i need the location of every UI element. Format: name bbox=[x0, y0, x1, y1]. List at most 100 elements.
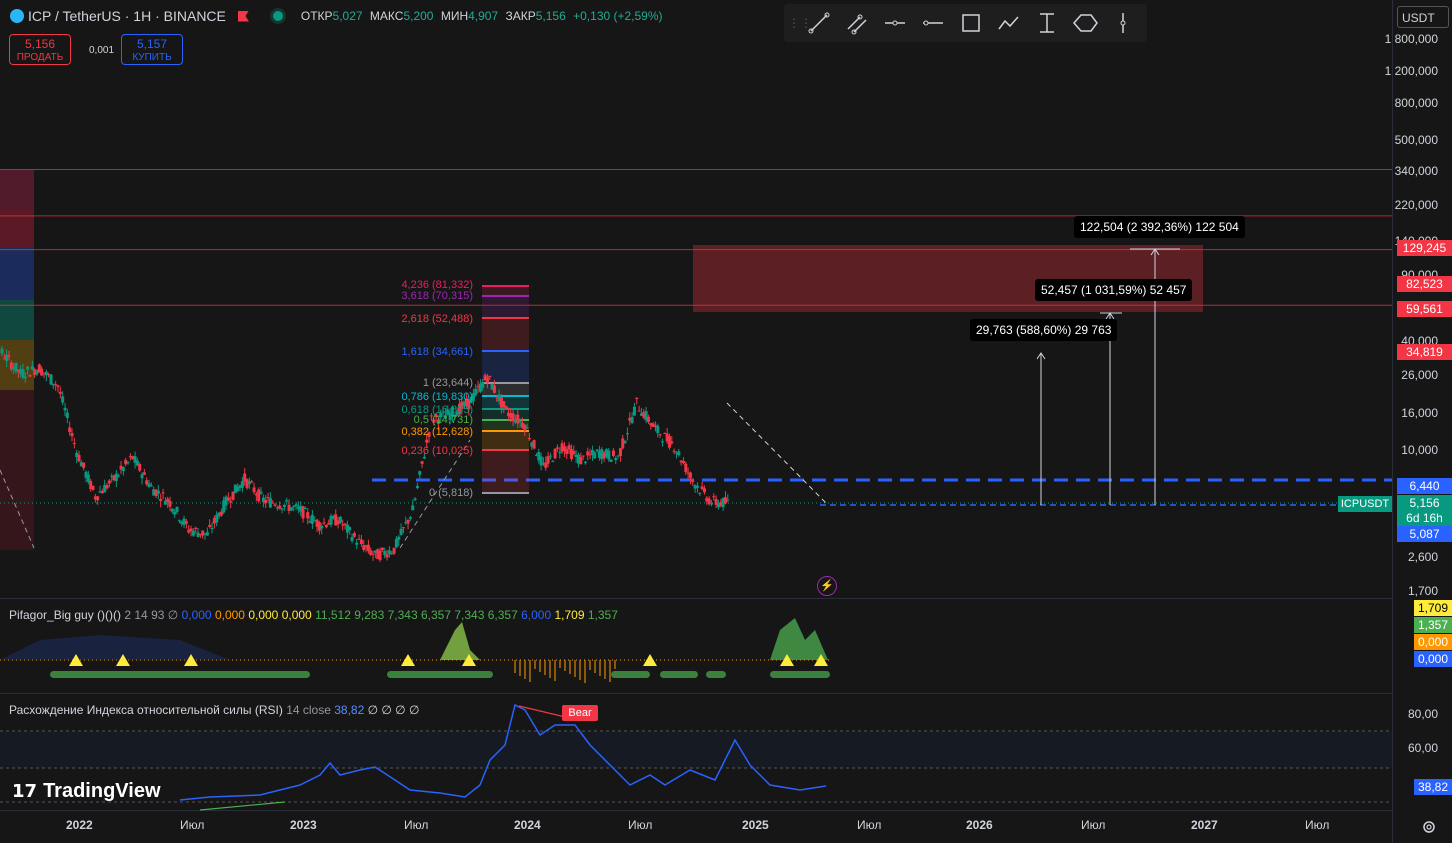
icp-coin-icon bbox=[10, 9, 24, 23]
trend-line bbox=[726, 402, 827, 504]
candle-body bbox=[86, 474, 90, 482]
price-tag-82[interactable]: 82,523 bbox=[1397, 276, 1452, 292]
rsi-band bbox=[0, 731, 1392, 768]
candle-body bbox=[411, 505, 415, 511]
candle-body bbox=[632, 406, 636, 416]
indicator1-area bbox=[0, 635, 230, 660]
candle-body bbox=[177, 520, 181, 522]
indicator1-value: 1,357 bbox=[587, 608, 618, 622]
candle-body bbox=[142, 472, 146, 475]
axis-separator bbox=[1392, 0, 1393, 843]
horizontal-line-icon[interactable] bbox=[914, 4, 952, 42]
measure-label-1[interactable]: 122,504 (2 392,36%) 122 504 bbox=[1074, 216, 1245, 238]
candle-body bbox=[532, 440, 536, 449]
candle-body bbox=[474, 388, 478, 396]
indicator1-value: 0,000 bbox=[248, 608, 282, 622]
buy-button[interactable]: 5,157 КУПИТЬ bbox=[121, 34, 183, 65]
path-icon[interactable] bbox=[990, 4, 1028, 42]
price-axis-label: 500,000 bbox=[1394, 133, 1438, 147]
price-tag-6[interactable]: 6,440 bbox=[1397, 478, 1452, 494]
market-status-icon bbox=[272, 11, 283, 21]
horizontal-ray-icon[interactable] bbox=[876, 4, 914, 42]
price-tag-5[interactable]: 5,087 bbox=[1397, 526, 1452, 542]
measure-label-2[interactable]: 52,457 (1 031,59%) 52 457 bbox=[1035, 279, 1193, 301]
ellipse-icon[interactable] bbox=[1066, 4, 1104, 42]
lightning-icon[interactable]: ⚡ bbox=[817, 576, 837, 596]
candle-body bbox=[70, 432, 74, 437]
candle-body bbox=[698, 492, 702, 494]
pane-separator bbox=[0, 693, 1392, 694]
candle-body bbox=[548, 455, 552, 457]
signal-strip bbox=[387, 671, 493, 678]
candle-body bbox=[285, 500, 289, 502]
candle-body bbox=[338, 516, 342, 523]
candle-body bbox=[558, 452, 562, 454]
candle-body bbox=[306, 512, 310, 519]
time-axis-label: 2024 bbox=[514, 818, 541, 832]
indicator1-value: 6,000 bbox=[521, 608, 555, 622]
candle-body bbox=[621, 438, 625, 449]
logo-text: TradingView bbox=[43, 780, 161, 802]
indicator1-value: 6,357 bbox=[487, 608, 522, 622]
candle-body bbox=[504, 406, 508, 409]
candle-body bbox=[635, 397, 639, 400]
tradingview-logo[interactable]: 𝟭𝟳 TradingView bbox=[12, 780, 161, 803]
candle-body bbox=[712, 496, 716, 498]
candle-body bbox=[656, 425, 660, 434]
open-label: ОТКР bbox=[300, 9, 333, 23]
candle-body bbox=[23, 376, 27, 379]
candle-body bbox=[672, 450, 676, 452]
candle-body bbox=[58, 391, 62, 394]
measure-label-3[interactable]: 29,763 (588,60%) 29 763 bbox=[970, 319, 1118, 341]
indicator1-legend[interactable]: Pifagor_Big guy ()()() 2 14 93 ∅ 0,000 0… bbox=[9, 608, 618, 622]
indicator2-legend[interactable]: Расхождение Индекса относительной силы (… bbox=[9, 703, 419, 717]
indicator1-tag: 1,709 bbox=[1414, 600, 1452, 616]
indicator1-tag: 0,000 bbox=[1414, 634, 1452, 650]
candle-body bbox=[189, 528, 193, 531]
candle-body bbox=[681, 460, 685, 463]
candle-body bbox=[583, 461, 587, 464]
indicator1-tag: 1,357 bbox=[1414, 617, 1452, 633]
candle-body bbox=[553, 448, 557, 459]
pane-separator bbox=[0, 810, 1392, 811]
candle-body bbox=[161, 492, 165, 494]
candle-body bbox=[173, 511, 177, 515]
flag-icon[interactable] bbox=[237, 10, 249, 22]
rsi-value-tag: 38,82 bbox=[1414, 779, 1452, 795]
candle-body bbox=[201, 530, 205, 536]
candle-body bbox=[170, 508, 174, 512]
settings-gear-icon[interactable] bbox=[1421, 819, 1437, 835]
pane-separator bbox=[0, 598, 1392, 599]
sell-button[interactable]: 5,156 ПРОДАТЬ bbox=[9, 34, 71, 65]
candle-body bbox=[26, 366, 30, 370]
vertical-line-icon[interactable] bbox=[1104, 4, 1142, 42]
parallel-channel-icon[interactable] bbox=[838, 4, 876, 42]
candle-body bbox=[492, 385, 496, 393]
fib-level-label: 2,618 (52,488) bbox=[401, 313, 473, 325]
candle-body bbox=[229, 500, 233, 503]
candle-body bbox=[282, 504, 286, 508]
candle-body bbox=[551, 461, 555, 463]
candle-body bbox=[625, 433, 629, 435]
indicator1-value: 9,283 bbox=[354, 608, 388, 622]
drag-handle-icon[interactable]: ⋮⋮ bbox=[788, 16, 812, 30]
last-price-tag[interactable]: 5,156 bbox=[1397, 495, 1452, 511]
price-tag-129[interactable]: 129,245 bbox=[1397, 240, 1452, 256]
candle-body bbox=[425, 439, 429, 443]
candle-body bbox=[159, 498, 163, 502]
candle-body bbox=[579, 457, 583, 465]
rectangle-icon[interactable] bbox=[952, 4, 990, 42]
price-tag-34[interactable]: 34,819 bbox=[1397, 344, 1452, 360]
price-tag-59[interactable]: 59,561 bbox=[1397, 301, 1452, 317]
candle-body bbox=[658, 434, 662, 436]
candle-body bbox=[670, 441, 674, 444]
change-value: +0,130 (+2,59%) bbox=[573, 9, 663, 23]
indicator2-params: 14 close bbox=[286, 703, 331, 717]
symbol-title[interactable]: ICP / TetherUS · 1H · BINANCE bbox=[28, 8, 226, 24]
indicator2-name: Расхождение Индекса относительной силы (… bbox=[9, 703, 283, 717]
candle-body bbox=[114, 473, 118, 481]
trend-line-icon[interactable] bbox=[800, 4, 838, 42]
price-range-icon[interactable] bbox=[1028, 4, 1066, 42]
high-label: МАКС bbox=[369, 9, 404, 23]
currency-selector[interactable]: USDT bbox=[1397, 6, 1449, 28]
